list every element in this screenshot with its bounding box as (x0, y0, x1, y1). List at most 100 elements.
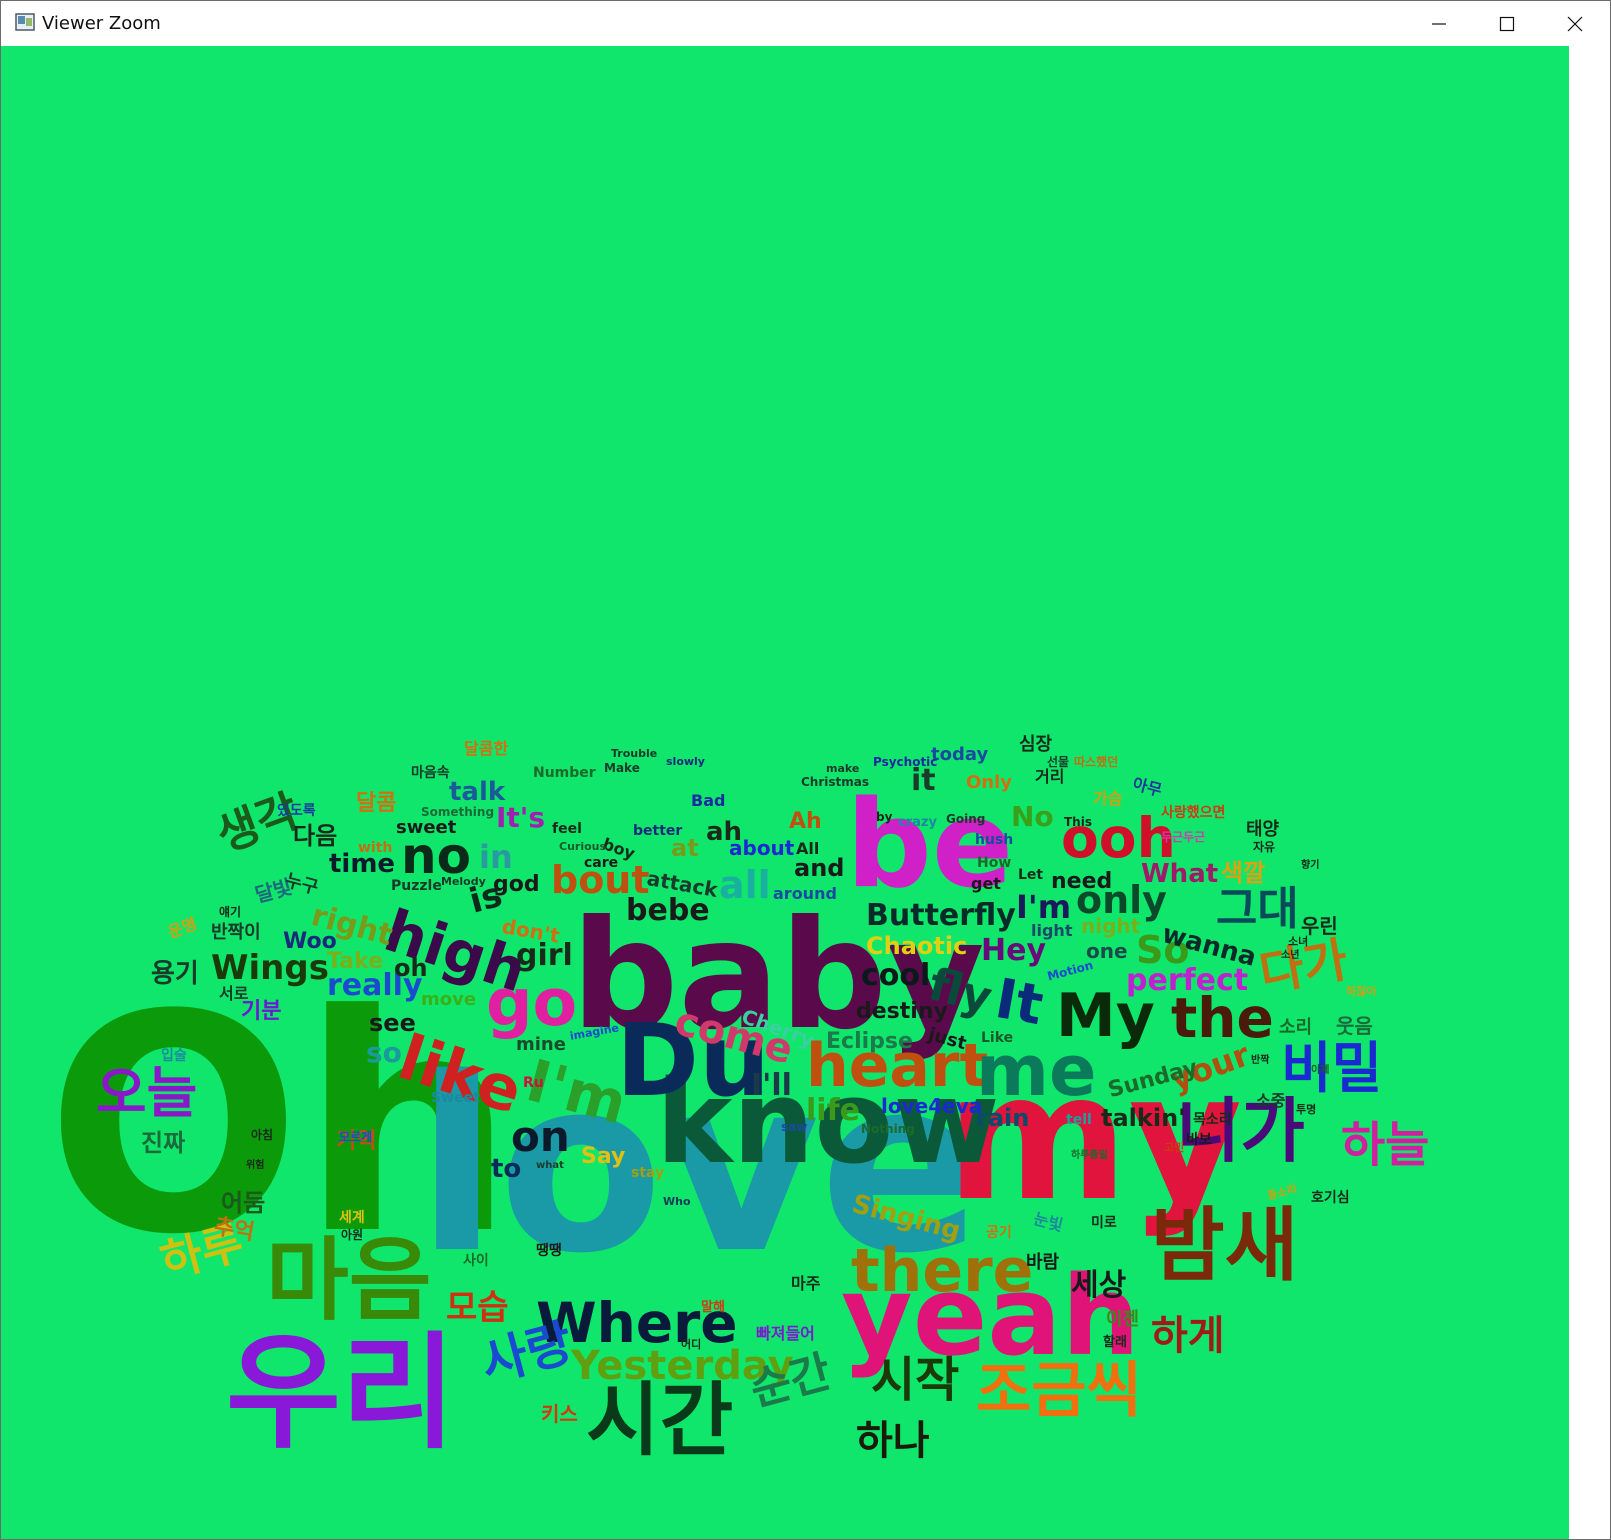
word-cloud-word: Hey (981, 933, 1047, 968)
word-cloud-word: 기분 (241, 999, 282, 1024)
word-cloud-word: 두근두근 (1161, 830, 1206, 844)
word-cloud-word: 입술 (161, 1048, 187, 1064)
window-title: Viewer Zoom (42, 13, 161, 34)
word-cloud-word: Wings (211, 948, 329, 988)
viewer-window: Viewer Zoom Oh love my baby know be yeah 우리 마음 Du… (0, 0, 1611, 1540)
word-cloud-word: Bad (691, 791, 726, 810)
word-cloud-word: 가슴 (1093, 789, 1123, 808)
title-bar[interactable]: Viewer Zoom (1, 1, 1610, 46)
word-cloud-word: 호기심 (1311, 1190, 1350, 1206)
word-cloud-word: 시간 (586, 1374, 734, 1467)
word-cloud-word: 위험 (246, 1160, 265, 1171)
word-cloud-word: Butterfly (866, 898, 1016, 933)
word-cloud-word: cool (861, 958, 931, 993)
word-cloud-word: 달콤 (356, 791, 397, 816)
word-cloud-word: 우린 (1301, 914, 1338, 938)
word-cloud-word: 모르게 (339, 1130, 373, 1144)
word-cloud-word: I'll (751, 1068, 792, 1103)
word-cloud-word: 하찮아 (1346, 985, 1377, 998)
word-cloud-word: around (773, 884, 837, 903)
word-cloud-word: 조금씩 (976, 1356, 1142, 1426)
word-cloud-word: 밤새 (1151, 1199, 1299, 1292)
word-cloud-word: 우리 (226, 1321, 456, 1466)
word-cloud-word: there (851, 1236, 1034, 1306)
word-cloud-word: mine (516, 1034, 566, 1055)
word-cloud-word: 얘기 (219, 905, 242, 919)
word-cloud-word: oh (394, 954, 428, 982)
word-cloud-word: 모습 (446, 1288, 509, 1328)
word-cloud-word: 소리 (1279, 1017, 1313, 1038)
word-cloud-word: 이제 (1311, 1065, 1330, 1076)
word-cloud-word: what (536, 1160, 564, 1171)
word-cloud-word: at (671, 834, 699, 862)
word-cloud-word: talk (449, 777, 506, 807)
word-cloud-word: crazy (898, 815, 937, 830)
word-cloud-word: 하게 (1151, 1313, 1225, 1359)
word-cloud-word: god (493, 872, 540, 897)
word-cloud-word: 진짜 (141, 1129, 186, 1157)
word-cloud-word: night (1081, 914, 1141, 938)
word-cloud-word: 다음 (293, 822, 338, 850)
word-cloud-word: 선물 (1047, 755, 1070, 769)
word-cloud-word: and (794, 854, 845, 882)
word-cloud-word: Chaotic (866, 932, 968, 960)
app-icon (15, 13, 35, 31)
word-cloud-word: 사랑했으면 (1161, 805, 1226, 821)
word-cloud-word: Number (533, 765, 596, 781)
word-cloud-word: 세계 (339, 1210, 365, 1226)
word-cloud-word: life (806, 1093, 860, 1128)
word-cloud-word: 반짝이 (211, 922, 261, 943)
word-cloud-word: 사이 (463, 1253, 489, 1269)
word-cloud-word: 비밀 (1281, 1036, 1383, 1100)
word-cloud-word: 빠져들어 (756, 1324, 815, 1343)
word-cloud-word: 목소리 (1193, 1112, 1232, 1128)
word-cloud-word: 달콤한 (464, 739, 509, 758)
word-cloud-word: 말해 (701, 1300, 725, 1315)
word-cloud-word: it (911, 763, 936, 798)
word-cloud-word: bebe (626, 893, 710, 928)
word-cloud-word: All (796, 839, 820, 858)
word-cloud-word: 사랑 (474, 1313, 579, 1394)
word-cloud-word: no (401, 827, 471, 885)
word-cloud-word: 공기 (986, 1225, 1012, 1241)
word-cloud-word: 마음 (266, 1228, 432, 1333)
word-cloud-word: Eclipse (826, 1029, 913, 1054)
word-cloud-word: 아침 (251, 1128, 274, 1142)
word-cloud-word: saw (781, 1120, 808, 1134)
word-cloud-word: Who (663, 1195, 691, 1208)
close-button[interactable] (1541, 1, 1609, 46)
word-cloud-word: Only (966, 772, 1013, 793)
word-cloud-word: stay (631, 1165, 665, 1181)
word-cloud-word: 바람 (1026, 1252, 1060, 1273)
word-cloud-word: get (971, 874, 1001, 893)
word-cloud-word: Make (604, 761, 640, 775)
maximize-button[interactable] (1473, 1, 1541, 46)
word-cloud-word: 니가 (1176, 1090, 1305, 1172)
word-cloud-word: 생각 (209, 783, 306, 863)
word-cloud-word: 미로 (1091, 1215, 1117, 1231)
word-cloud-word: Take (327, 949, 383, 974)
word-cloud-word: Sweet (431, 1090, 480, 1106)
minimize-button[interactable] (1405, 1, 1473, 46)
word-cloud-word: Let (1018, 867, 1044, 883)
word-cloud-word: 태양 (1246, 819, 1280, 840)
word-cloud-word: 색깔 (1221, 859, 1266, 887)
word-cloud-word: love4eva (881, 1094, 983, 1118)
word-cloud-word: I'm (1016, 888, 1072, 926)
word-cloud-word: Trouble (611, 747, 658, 760)
word-cloud-word: rain (976, 1104, 1030, 1132)
word-cloud-word: 운명 (165, 914, 200, 942)
viewer-viewport[interactable]: Oh love my baby know be yeah 우리 마음 Du 시간 밤새 니가 heart m… (1, 46, 1610, 1539)
word-cloud-word: 심장 (1019, 734, 1053, 755)
word-cloud-word: 반짝 (1251, 1055, 1270, 1066)
word-cloud-word: the (1171, 986, 1274, 1050)
word-cloud-word: Psychotic (873, 755, 938, 769)
word-cloud-word: Say (581, 1144, 626, 1169)
minimize-icon (1432, 22, 1446, 25)
word-cloud-word: 그대 (1216, 882, 1299, 935)
word-cloud-word: destiny (856, 999, 948, 1024)
word-cloud-word: 시작 (871, 1352, 960, 1408)
zoomed-image-canvas[interactable]: Oh love my baby know be yeah 우리 마음 Du 시간 밤새 니가 heart m… (1, 46, 1569, 1539)
word-cloud-word: Motion (1045, 957, 1095, 984)
word-cloud-word: 소년 (1281, 950, 1300, 961)
